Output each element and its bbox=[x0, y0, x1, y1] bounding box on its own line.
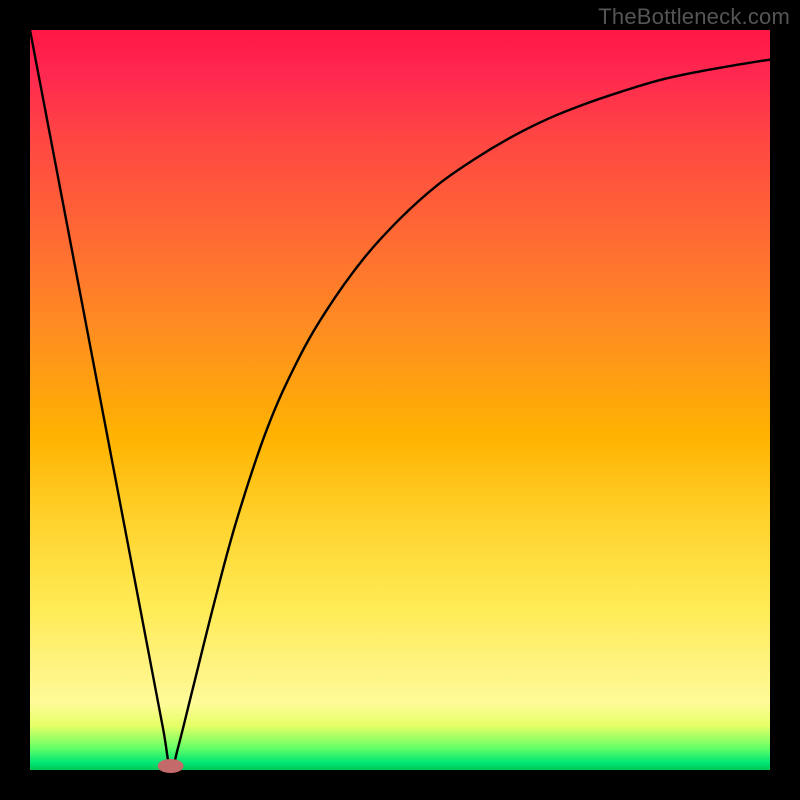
chart-frame: TheBottleneck.com bbox=[0, 0, 800, 800]
bottleneck-curve bbox=[30, 30, 770, 771]
chart-svg bbox=[30, 30, 770, 770]
plot-area bbox=[30, 30, 770, 770]
optimum-marker bbox=[158, 759, 184, 773]
watermark-text: TheBottleneck.com bbox=[598, 4, 790, 30]
